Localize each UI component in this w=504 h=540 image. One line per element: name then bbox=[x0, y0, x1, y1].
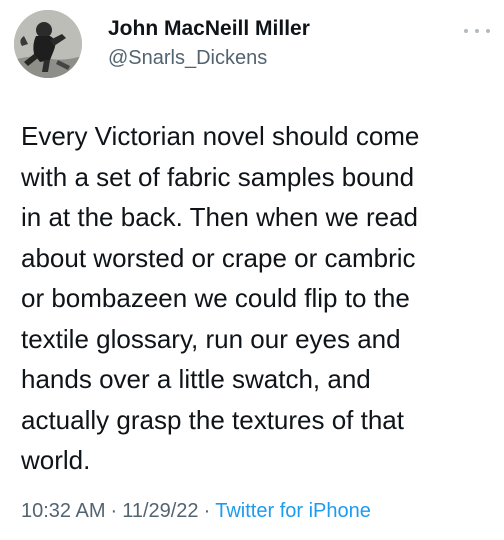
tweet-meta: 10:32 AM · 11/29/22 · Twitter for iPhone bbox=[21, 500, 371, 523]
tweet-date[interactable]: 11/29/22 bbox=[122, 500, 198, 522]
tweet-text-line: in at the back. Then when we read bbox=[21, 202, 418, 232]
author-display-name[interactable]: John MacNeill Miller bbox=[108, 17, 310, 41]
tweet-text-line: world. bbox=[21, 445, 91, 475]
tweet-text-line: Every Victorian novel should come bbox=[21, 121, 420, 151]
tweet-text-line: actually grasp the textures of that bbox=[21, 404, 404, 435]
tweet-text-line: hands over a little swatch, and bbox=[21, 364, 371, 394]
more-dot bbox=[486, 29, 490, 33]
meta-separator: · bbox=[203, 500, 211, 522]
meta-separator: · bbox=[110, 500, 118, 522]
tweet-text-line: or bombazeen we could flip to the bbox=[21, 283, 410, 313]
tweet-text: Every Victorian novel should come with a… bbox=[21, 116, 491, 481]
tweet-time[interactable]: 10:32 AM bbox=[21, 500, 106, 522]
tweet-text-line: with a set of fabric samples bound bbox=[21, 161, 415, 192]
avatar[interactable] bbox=[14, 10, 82, 78]
more-dot bbox=[475, 29, 479, 33]
tweet-card: John MacNeill Miller @Snarls_Dickens Eve… bbox=[0, 0, 504, 540]
more-options-icon[interactable] bbox=[464, 24, 490, 38]
tweet-text-line: textile glossary, run our eyes and bbox=[21, 323, 401, 354]
author-handle[interactable]: @Snarls_Dickens bbox=[108, 47, 267, 70]
tweet-text-line: about worsted or crape or cambric bbox=[21, 242, 416, 273]
tweet-source-link[interactable]: Twitter for iPhone bbox=[215, 500, 371, 522]
victorian-figure-avatar-icon bbox=[14, 10, 82, 78]
more-dot bbox=[464, 29, 468, 33]
